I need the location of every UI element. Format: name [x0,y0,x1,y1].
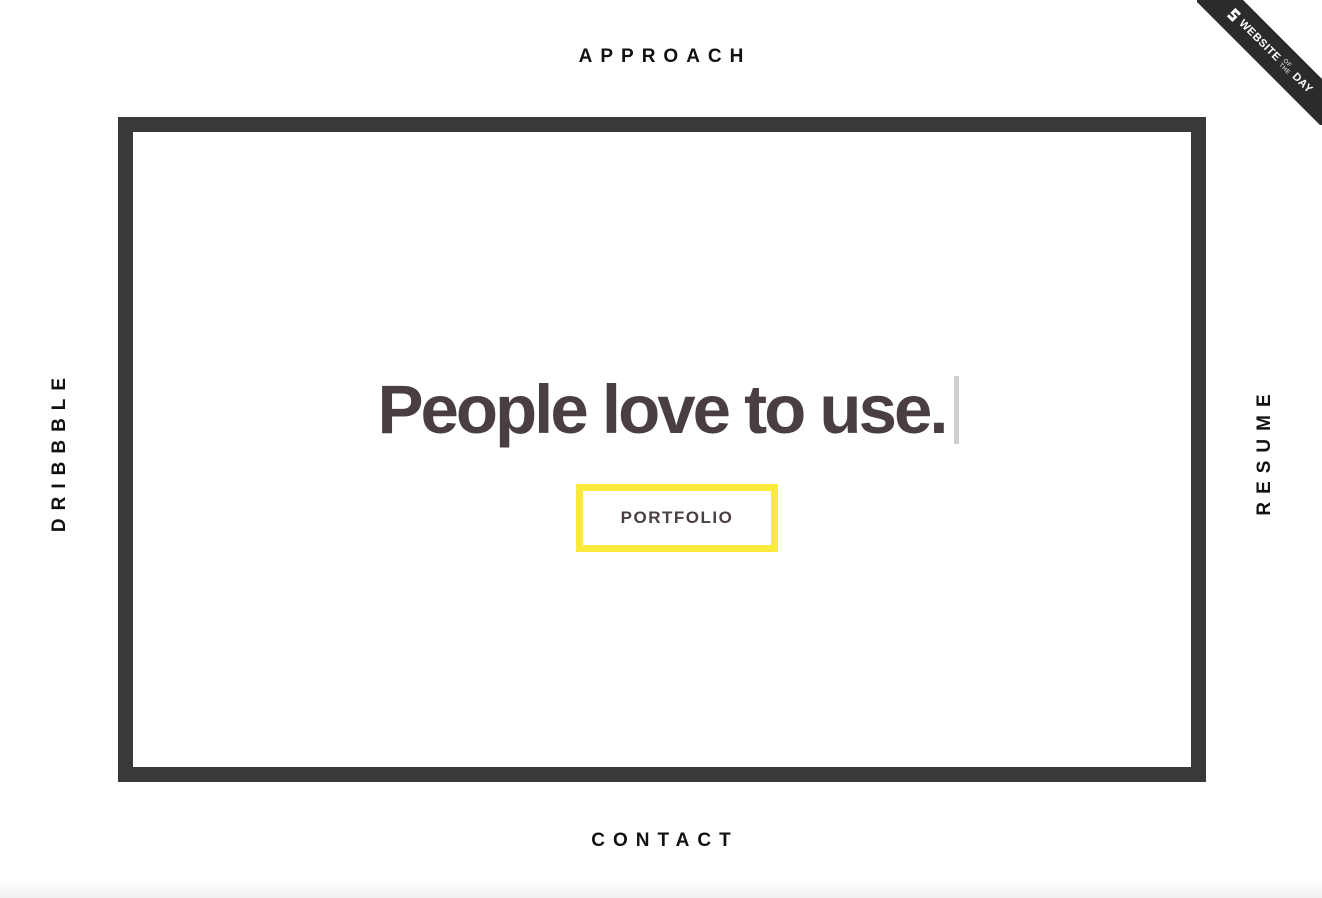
page: APPROACH DRIBBBLE RESUME CONTACT People … [0,0,1322,898]
portfolio-button-label: PORTFOLIO [620,508,734,527]
portfolio-button[interactable]: PORTFOLIO [576,484,778,552]
hero-frame: People love to use. PORTFOLIO [118,117,1206,782]
badge-ribbon: WEBSITE OF THE DAY [1197,0,1322,125]
badge-text-main: WEBSITE [1236,17,1283,64]
nav-dribbble-link[interactable]: DRIBBBLE [49,370,71,532]
nav-contact-link[interactable]: CONTACT [0,830,1322,852]
bottom-edge-shade [0,880,1322,898]
website-of-the-day-badge[interactable]: WEBSITE OF THE DAY [1197,0,1322,125]
nav-approach-link[interactable]: APPROACH [0,46,1322,68]
badge-text-small: OF THE [1277,58,1295,76]
hero-headline: People love to use. [377,371,948,448]
nav-resume-link[interactable]: RESUME [1254,386,1276,515]
headline-container: People love to use. [133,370,1191,450]
typing-cursor [953,376,959,444]
badge-text-end: DAY [1289,70,1315,96]
